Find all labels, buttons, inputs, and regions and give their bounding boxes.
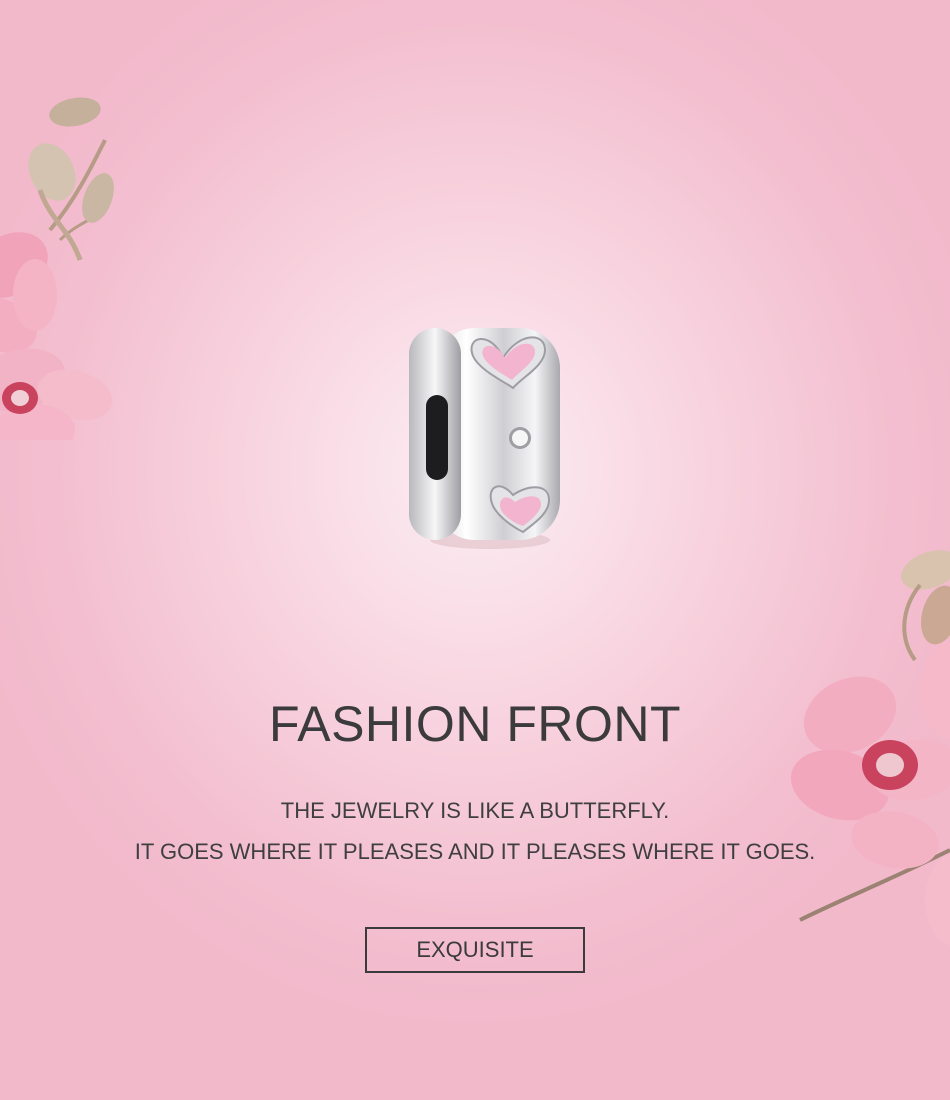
tagline-line-2: IT GOES WHERE IT PLEASES AND IT PLEASES … — [134, 839, 816, 864]
exquisite-button[interactable]: EXQUISITE — [365, 927, 585, 973]
heart-charm-image — [409, 328, 560, 549]
orchid-flower-left — [0, 97, 114, 440]
banner-title: FASHION FRONT — [268, 696, 682, 752]
tagline-line-1: THE JEWELRY IS LIKE A BUTTERFLY. — [280, 798, 670, 823]
promo-banner: FASHION FRONT THE JEWELRY IS LIKE A BUTT… — [0, 0, 950, 1100]
